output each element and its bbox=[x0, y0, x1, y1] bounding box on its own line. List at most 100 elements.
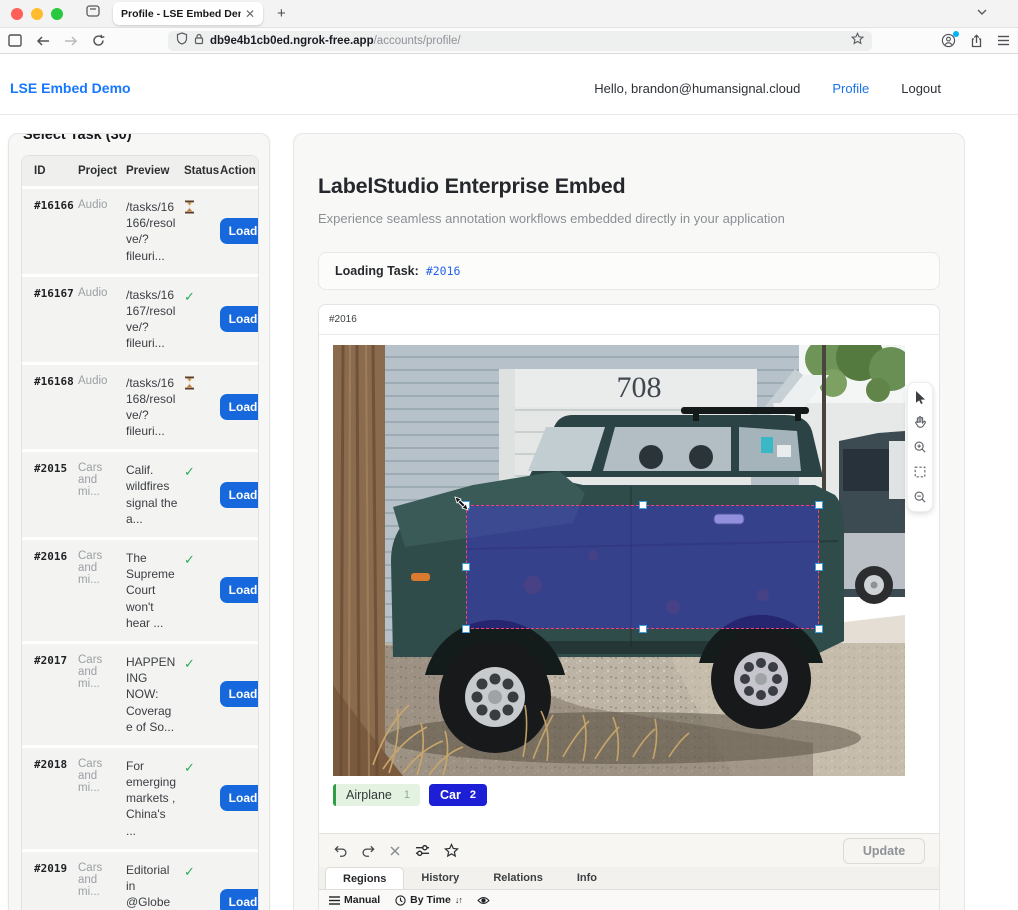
new-tab-button[interactable]: + bbox=[277, 5, 286, 22]
forward-button[interactable] bbox=[64, 35, 78, 47]
group-manual-control[interactable]: Manual bbox=[329, 894, 380, 906]
redo-icon[interactable] bbox=[361, 844, 376, 858]
task-preview: /tasks/16168/resolve/?fileuri... bbox=[126, 375, 184, 440]
image-tool-palette bbox=[907, 382, 933, 512]
logout-link[interactable]: Logout bbox=[901, 81, 941, 96]
tab-close-icon[interactable]: ✕ bbox=[245, 7, 255, 21]
tab-relations[interactable]: Relations bbox=[476, 867, 560, 889]
task-project: Cars and mi... bbox=[78, 462, 126, 498]
table-row: #16168 Audio /tasks/16168/resolve/?fileu… bbox=[22, 362, 258, 450]
bbox-handle-s[interactable] bbox=[639, 625, 647, 633]
url-bar[interactable]: db9e4b1cb0ed.ngrok-free.app/accounts/pro… bbox=[168, 31, 872, 51]
load-button[interactable]: Load bbox=[220, 218, 259, 244]
load-button[interactable]: Load bbox=[220, 889, 259, 910]
task-id: #2016 bbox=[34, 550, 78, 563]
browser-window: Profile - LSE Embed Demo ✕ + bbox=[0, 0, 1018, 910]
browser-tab[interactable]: Profile - LSE Embed Demo ✕ bbox=[113, 2, 263, 25]
load-button[interactable]: Load bbox=[220, 482, 259, 508]
star-icon[interactable] bbox=[444, 843, 459, 858]
reload-button[interactable] bbox=[92, 34, 105, 47]
zoom-in-tool-icon[interactable] bbox=[911, 438, 929, 456]
label-tag-airplane[interactable]: Airplane 1 bbox=[333, 784, 420, 806]
bbox-handle-e[interactable] bbox=[815, 563, 823, 571]
update-button[interactable]: Update bbox=[843, 838, 925, 864]
bbox-handle-n[interactable] bbox=[639, 501, 647, 509]
browser-tab-bar: Profile - LSE Embed Demo ✕ + bbox=[0, 0, 1018, 28]
brand-logo[interactable]: LSE Embed Demo bbox=[10, 80, 131, 96]
url-path: /accounts/profile/ bbox=[374, 35, 461, 47]
task-preview: /tasks/16166/resolve/?fileuri... bbox=[126, 199, 184, 264]
tab-history[interactable]: History bbox=[404, 867, 476, 889]
task-id: #2018 bbox=[34, 758, 78, 771]
label-tag-car[interactable]: Car 2 bbox=[429, 784, 487, 806]
browser-nav-bar: db9e4b1cb0ed.ngrok-free.app/accounts/pro… bbox=[0, 28, 1018, 54]
settings-sliders-icon[interactable] bbox=[414, 843, 431, 858]
bookmark-star-icon[interactable] bbox=[851, 32, 864, 50]
task-id: #2015 bbox=[34, 462, 78, 475]
loading-task-label: Loading Task: bbox=[335, 264, 419, 278]
tab-regions[interactable]: Regions bbox=[325, 867, 404, 889]
table-row: #2019 Cars and mi... Editorial in @Globe… bbox=[22, 849, 258, 910]
task-id: #2017 bbox=[34, 654, 78, 667]
car-bounding-box[interactable] bbox=[466, 505, 819, 629]
done-check-icon: ✓ bbox=[184, 864, 195, 879]
widget-tabs: Regions History Relations Info bbox=[319, 867, 939, 890]
main-panel: LabelStudio Enterprise Embed Experience … bbox=[293, 133, 965, 910]
done-check-icon: ✓ bbox=[184, 464, 195, 479]
task-preview: For emerging markets , China's ... bbox=[126, 758, 184, 839]
bbox-handle-sw[interactable] bbox=[462, 625, 470, 633]
minimize-window-button[interactable] bbox=[31, 8, 43, 20]
toggle-visibility-control[interactable] bbox=[477, 896, 490, 905]
annotation-image[interactable]: 708 bbox=[333, 345, 905, 776]
task-preview: The Supreme Court won't hear ... bbox=[126, 550, 184, 631]
menu-icon[interactable] bbox=[997, 35, 1010, 46]
task-id: #16166 bbox=[34, 199, 78, 212]
task-list-panel: Select Task (30) ID Project Preview Stat… bbox=[8, 133, 270, 910]
tab-info[interactable]: Info bbox=[560, 867, 614, 889]
regions-controls-bar: Manual By Time ↓↑ bbox=[319, 890, 939, 910]
bbox-handle-se[interactable] bbox=[815, 625, 823, 633]
load-button[interactable]: Load bbox=[220, 306, 259, 332]
task-id: #16167 bbox=[34, 287, 78, 300]
sidebar-toggle-icon[interactable] bbox=[8, 34, 22, 47]
lock-icon[interactable] bbox=[194, 32, 204, 50]
account-icon[interactable] bbox=[941, 33, 956, 48]
pan-hand-tool-icon[interactable] bbox=[911, 413, 929, 431]
pending-hourglass-icon bbox=[184, 201, 195, 218]
task-project: Cars and mi... bbox=[78, 862, 126, 898]
zoom-out-tool-icon[interactable] bbox=[911, 488, 929, 506]
sort-by-time-control[interactable]: By Time ↓↑ bbox=[395, 894, 462, 906]
back-button[interactable] bbox=[36, 35, 50, 47]
task-table: ID Project Preview Status Action #16166 … bbox=[21, 155, 259, 910]
page-title: LabelStudio Enterprise Embed bbox=[318, 174, 940, 199]
bbox-handle-ne[interactable] bbox=[815, 501, 823, 509]
loading-task-id: #2016 bbox=[426, 264, 461, 278]
close-window-button[interactable] bbox=[11, 8, 23, 20]
col-status: Status bbox=[184, 165, 220, 177]
done-check-icon: ✓ bbox=[184, 760, 195, 775]
undo-icon[interactable] bbox=[333, 844, 348, 858]
col-preview: Preview bbox=[126, 165, 184, 177]
load-button[interactable]: Load bbox=[220, 785, 259, 811]
tab-overview-icon[interactable] bbox=[85, 3, 101, 24]
select-tool-icon[interactable] bbox=[911, 388, 929, 406]
profile-link[interactable]: Profile bbox=[832, 81, 869, 96]
group-icon bbox=[329, 896, 340, 905]
tab-list-chevron-icon[interactable] bbox=[976, 6, 988, 21]
fit-to-screen-tool-icon[interactable] bbox=[911, 463, 929, 481]
bbox-handle-w[interactable] bbox=[462, 563, 470, 571]
share-icon[interactable] bbox=[970, 34, 983, 48]
task-project: Cars and mi... bbox=[78, 758, 126, 794]
table-row: #2018 Cars and mi... For emerging market… bbox=[22, 745, 258, 849]
table-row: #16166 Audio /tasks/16166/resolve/?fileu… bbox=[22, 186, 258, 274]
task-project: Cars and mi... bbox=[78, 654, 126, 690]
task-preview: /tasks/16167/resolve/?fileuri... bbox=[126, 287, 184, 352]
zoom-window-button[interactable] bbox=[51, 8, 63, 20]
tracking-shield-icon[interactable] bbox=[176, 32, 188, 50]
load-button[interactable]: Load bbox=[220, 577, 259, 603]
label-name: Airplane bbox=[346, 788, 392, 802]
load-button[interactable]: Load bbox=[220, 394, 259, 420]
reset-icon[interactable] bbox=[389, 845, 401, 857]
nav-right-icons bbox=[941, 33, 1010, 48]
load-button[interactable]: Load bbox=[220, 681, 259, 707]
